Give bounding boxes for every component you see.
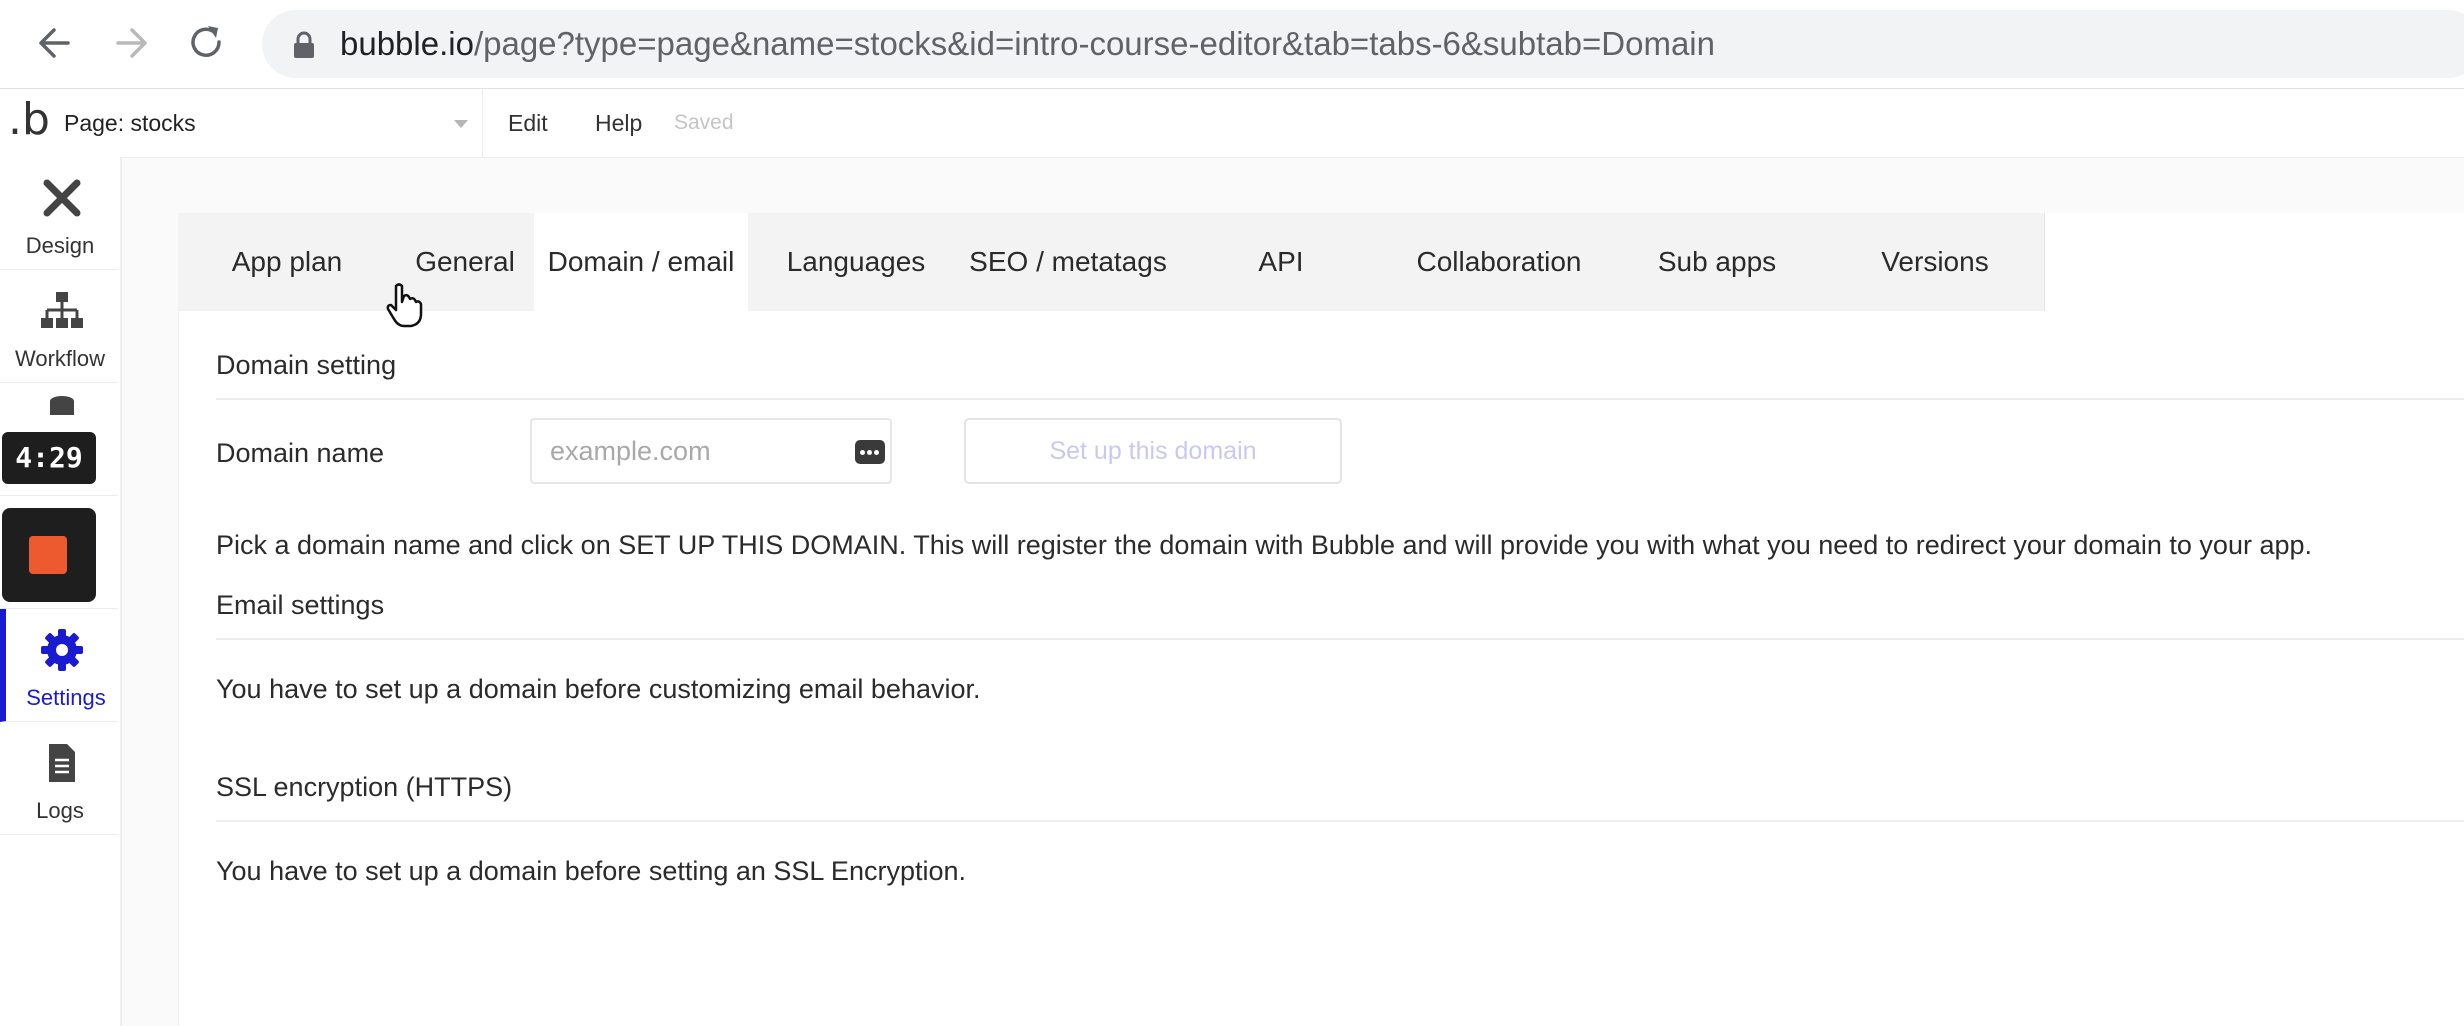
tab-languages[interactable]: Languages (748, 213, 965, 311)
divider (216, 638, 2464, 640)
help-menu[interactable]: Help (595, 110, 642, 137)
tab-api[interactable]: API (1172, 213, 1391, 311)
domain-name-input[interactable] (530, 418, 892, 484)
sidebar-item-settings[interactable]: Settings (0, 609, 118, 722)
tab-seo-metatags[interactable]: SEO / metatags (964, 213, 1173, 311)
gear-icon (41, 629, 83, 671)
editor-header: .b Page: stocks Edit Help Saved (0, 89, 2464, 159)
email-settings-title: Email settings (216, 590, 385, 620)
divider (216, 820, 2464, 822)
domain-help-text: Pick a domain name and click on SET UP T… (216, 530, 2313, 560)
url-path: /page?type=page&name=stocks&id=intro-cou… (473, 25, 1715, 62)
reload-icon[interactable] (184, 20, 230, 66)
sidebar-item-label: Logs (36, 798, 84, 823)
more-options-icon[interactable] (855, 440, 885, 464)
sidebar-item-label: Settings (26, 685, 106, 710)
divider (216, 398, 2464, 400)
tab-sub-apps[interactable]: Sub apps (1608, 213, 1827, 311)
ssl-message: You have to set up a domain before setti… (216, 856, 967, 886)
bubble-logo[interactable]: .b (8, 95, 50, 145)
chevron-down-icon (454, 120, 468, 128)
domain-setting-title: Domain setting (216, 350, 397, 380)
hand-cursor-icon (386, 283, 423, 328)
logs-icon (49, 744, 75, 782)
email-settings-message: You have to set up a domain before custo… (216, 674, 981, 704)
tab-versions[interactable]: Versions (1826, 213, 2045, 311)
address-bar[interactable]: bubble.io/page?type=page&name=stocks&id=… (262, 10, 2464, 78)
settings-panel (178, 213, 2464, 1026)
page-selector[interactable]: Page: stocks (52, 89, 483, 157)
url-host: bubble.io (340, 25, 474, 62)
stop-icon (29, 536, 67, 574)
tab-app-plan[interactable]: App plan (178, 213, 397, 311)
domain-name-label: Domain name (216, 438, 385, 468)
recording-timer: 4:29 (2, 432, 96, 484)
workflow-icon (41, 292, 83, 328)
stop-recording-button[interactable] (2, 508, 96, 602)
url-text: bubble.io/page?type=page&name=stocks&id=… (340, 26, 1715, 62)
design-icon (43, 179, 81, 217)
browser-toolbar: bubble.io/page?type=page&name=stocks&id=… (0, 0, 2464, 89)
tab-domain-email[interactable]: Domain / email (534, 213, 749, 311)
tab-collaboration[interactable]: Collaboration (1390, 213, 1609, 311)
page-selector-label: Page: stocks (64, 110, 196, 136)
edit-menu[interactable]: Edit (508, 110, 548, 137)
sidebar-item-label: Workflow (14, 346, 106, 371)
save-status: Saved (674, 111, 734, 134)
sidebar-item-logs[interactable]: Logs (0, 722, 118, 835)
set-up-domain-button[interactable]: Set up this domain (964, 418, 1342, 484)
ssl-title: SSL encryption (HTTPS) (216, 772, 513, 802)
settings-main: App plan General Domain / email Language… (122, 158, 2464, 1026)
lock-icon (294, 31, 314, 58)
sidebar-item-design[interactable]: Design (0, 157, 118, 270)
sidebar-item-workflow[interactable]: Workflow (0, 270, 118, 383)
forward-arrow-icon[interactable] (108, 20, 154, 66)
back-arrow-icon[interactable] (32, 20, 78, 66)
sidebar-item-label: Design (25, 233, 95, 258)
